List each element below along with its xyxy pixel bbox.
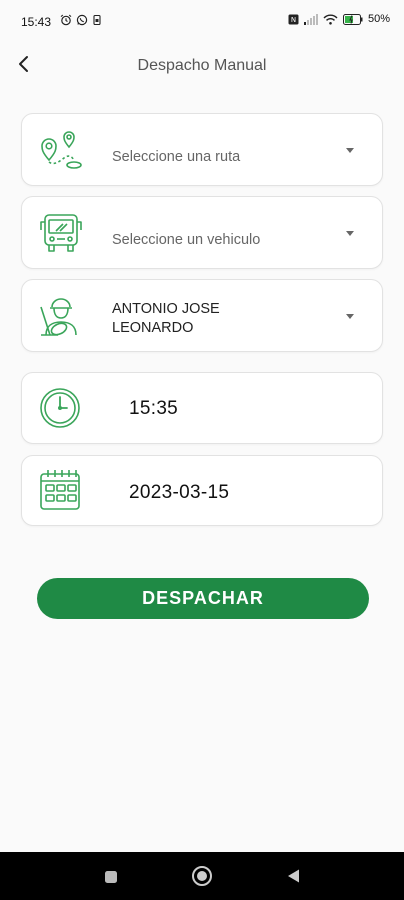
- battery-icon: [342, 13, 363, 25]
- whatsapp-icon: [76, 14, 88, 26]
- status-icons-right: N 50%: [288, 13, 390, 25]
- sim-icon: [93, 14, 101, 26]
- route-map-pin-icon: [41, 131, 82, 169]
- wifi-icon: [323, 14, 338, 25]
- date-field[interactable]: 2023-03-15: [21, 455, 383, 526]
- route-select[interactable]: Seleccione una ruta: [21, 113, 383, 186]
- svg-text:N: N: [291, 16, 296, 24]
- home-icon: [192, 866, 212, 886]
- vehicle-select[interactable]: Seleccione un vehiculo: [21, 196, 383, 269]
- calendar-icon: [40, 470, 80, 510]
- chevron-down-icon: [346, 230, 354, 236]
- time-value: 15:35: [129, 398, 179, 419]
- chevron-down-icon: [346, 147, 354, 153]
- recent-apps-icon: [105, 871, 117, 883]
- status-time: 15:43: [21, 15, 52, 29]
- driver-name-line2: LEONARDO: [112, 320, 194, 336]
- system-nav-bar: [0, 852, 404, 900]
- status-icons-left: [60, 14, 102, 26]
- nfc-icon: N: [288, 14, 299, 24]
- home-button[interactable]: [191, 865, 213, 892]
- signal-icon: [303, 13, 318, 25]
- back-triangle-icon: [288, 869, 299, 883]
- alarm-icon: [60, 14, 72, 26]
- recent-apps-button[interactable]: [104, 870, 118, 889]
- driver-name: ANTONIO JOSE LEONARDO: [112, 300, 220, 338]
- battery-percent: 50%: [367, 13, 390, 25]
- driver-name-line1: ANTONIO JOSE: [112, 301, 220, 317]
- app-header: Despacho Manual: [0, 45, 404, 87]
- page-title: Despacho Manual: [137, 57, 267, 74]
- date-value: 2023-03-15: [129, 482, 230, 503]
- dispatch-button[interactable]: DESPACHAR: [37, 578, 369, 619]
- system-back-button[interactable]: [286, 868, 302, 889]
- clock-icon: [40, 388, 80, 428]
- driver-select[interactable]: ANTONIO JOSE LEONARDO: [21, 279, 383, 352]
- route-placeholder: Seleccione una ruta: [112, 149, 241, 165]
- bus-icon: [40, 214, 82, 252]
- status-bar: 15:43 N 50%: [0, 0, 404, 42]
- vehicle-placeholder: Seleccione un vehiculo: [112, 232, 261, 248]
- time-field[interactable]: 15:35: [21, 372, 383, 444]
- chevron-down-icon: [346, 313, 354, 319]
- driver-icon: [40, 298, 77, 336]
